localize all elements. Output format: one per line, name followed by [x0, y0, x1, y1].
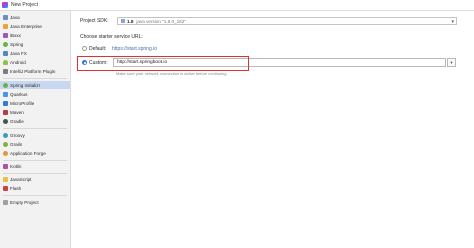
- service-url-label: Choose starter service URL:: [80, 34, 143, 40]
- window-title: New Project: [11, 2, 38, 8]
- ibxx-icon: [3, 32, 8, 38]
- sidebar-item-kotlin[interactable]: Kotlin: [3, 162, 69, 170]
- sdk-folder-icon: [121, 19, 125, 23]
- project-type-sidebar: Java Java Enterprise iBxxx Spring Java F…: [0, 11, 71, 248]
- sidebar-item-quarkus[interactable]: Quarkus: [3, 90, 69, 98]
- sidebar-item-label: Kotlin: [10, 163, 22, 169]
- javafx-icon: [3, 50, 8, 56]
- network-hint: Make sure your network connection is act…: [116, 71, 228, 76]
- groovy-icon: [3, 132, 8, 138]
- sidebar-divider: [3, 195, 67, 196]
- project-sdk-label: Project SDK:: [80, 18, 109, 24]
- sidebar-item-label: Gradle: [10, 118, 24, 124]
- sidebar-item-label: Java Enterprise: [10, 23, 42, 29]
- sidebar-item-java[interactable]: Java: [3, 13, 69, 21]
- sdk-version: 1.8: [127, 18, 134, 24]
- javascript-icon: [3, 176, 8, 182]
- title-bar: New Project: [0, 0, 474, 11]
- sidebar-item-grails[interactable]: Grails: [3, 140, 69, 148]
- sidebar-item-application-forge[interactable]: Application Forge: [3, 149, 69, 157]
- highlight-box: [77, 56, 249, 71]
- kotlin-icon: [3, 163, 8, 169]
- sidebar-item-java-enterprise[interactable]: Java Enterprise: [3, 22, 69, 30]
- sidebar-item-label: Empty Project: [10, 199, 39, 205]
- sidebar-item-intellij-platform-plugin[interactable]: IntelliJ Platform Plugin: [3, 67, 69, 75]
- quarkus-icon: [3, 91, 8, 97]
- intellij-logo-icon: [2, 2, 8, 8]
- sidebar-item-label: Android: [10, 59, 26, 65]
- default-label: Default:: [89, 46, 107, 52]
- sidebar-item-label: Java: [10, 14, 20, 20]
- sidebar-item-label: MicroProfile: [10, 100, 35, 106]
- sidebar-item-spring-initializr[interactable]: Spring Initializr: [0, 81, 70, 89]
- sidebar-item-microprofile[interactable]: MicroProfile: [3, 99, 69, 107]
- default-radio[interactable]: [82, 46, 87, 51]
- sidebar-item-ibxx[interactable]: iBxxx: [3, 31, 69, 39]
- empty-project-icon: [3, 199, 8, 205]
- plugin-icon: [3, 68, 8, 74]
- chevron-down-icon: ▾: [451, 19, 454, 25]
- sidebar-item-label: Java FX: [10, 50, 27, 56]
- sidebar-item-flash[interactable]: Flash: [3, 184, 69, 192]
- default-url-link[interactable]: https://start.spring.io: [112, 46, 157, 52]
- sidebar-divider: [3, 78, 67, 79]
- java-enterprise-icon: [3, 23, 8, 29]
- maven-icon: [3, 109, 8, 115]
- sidebar-item-label: Groovy: [10, 132, 25, 138]
- application-forge-icon: [3, 150, 8, 156]
- sidebar-item-label: Spring Initializr: [10, 82, 41, 88]
- sidebar-item-label: Maven: [10, 109, 24, 115]
- sidebar-item-label: Quarkus: [10, 91, 28, 97]
- sidebar-item-maven[interactable]: Maven: [3, 108, 69, 116]
- gradle-icon: [3, 118, 8, 124]
- grails-icon: [3, 141, 8, 147]
- sidebar-divider: [3, 173, 67, 174]
- sdk-detail: java version "1.8.0_162": [136, 18, 186, 24]
- sidebar-divider: [3, 128, 67, 129]
- flash-icon: [3, 185, 8, 191]
- sidebar-item-javascript[interactable]: JavaScript: [3, 175, 69, 183]
- sidebar-item-label: Spring: [10, 41, 24, 47]
- sidebar-item-empty-project[interactable]: Empty Project: [3, 198, 69, 206]
- sidebar-item-label: Application Forge: [10, 150, 46, 156]
- project-sdk-dropdown[interactable]: 1.8 java version "1.8.0_162" ▾: [117, 17, 457, 25]
- microprofile-icon: [3, 100, 8, 106]
- sidebar-item-label: Grails: [10, 141, 22, 147]
- sidebar-item-spring[interactable]: Spring: [3, 40, 69, 48]
- sidebar-divider: [3, 160, 67, 161]
- sidebar-item-android[interactable]: Android: [3, 58, 69, 66]
- sidebar-item-gradle[interactable]: Gradle: [3, 117, 69, 125]
- android-icon: [3, 59, 8, 65]
- java-icon: [3, 14, 8, 20]
- sidebar-item-label: IntelliJ Platform Plugin: [10, 68, 56, 74]
- spring-initializr-icon: [3, 82, 8, 88]
- sidebar-item-label: Flash: [10, 185, 22, 191]
- custom-url-dropdown-button[interactable]: ▾: [447, 58, 456, 67]
- sidebar-item-groovy[interactable]: Groovy: [3, 131, 69, 139]
- sidebar-item-label: JavaScript: [10, 176, 32, 182]
- spring-icon: [3, 41, 8, 47]
- sidebar-item-label: iBxxx: [10, 32, 21, 38]
- sidebar-item-javafx[interactable]: Java FX: [3, 49, 69, 57]
